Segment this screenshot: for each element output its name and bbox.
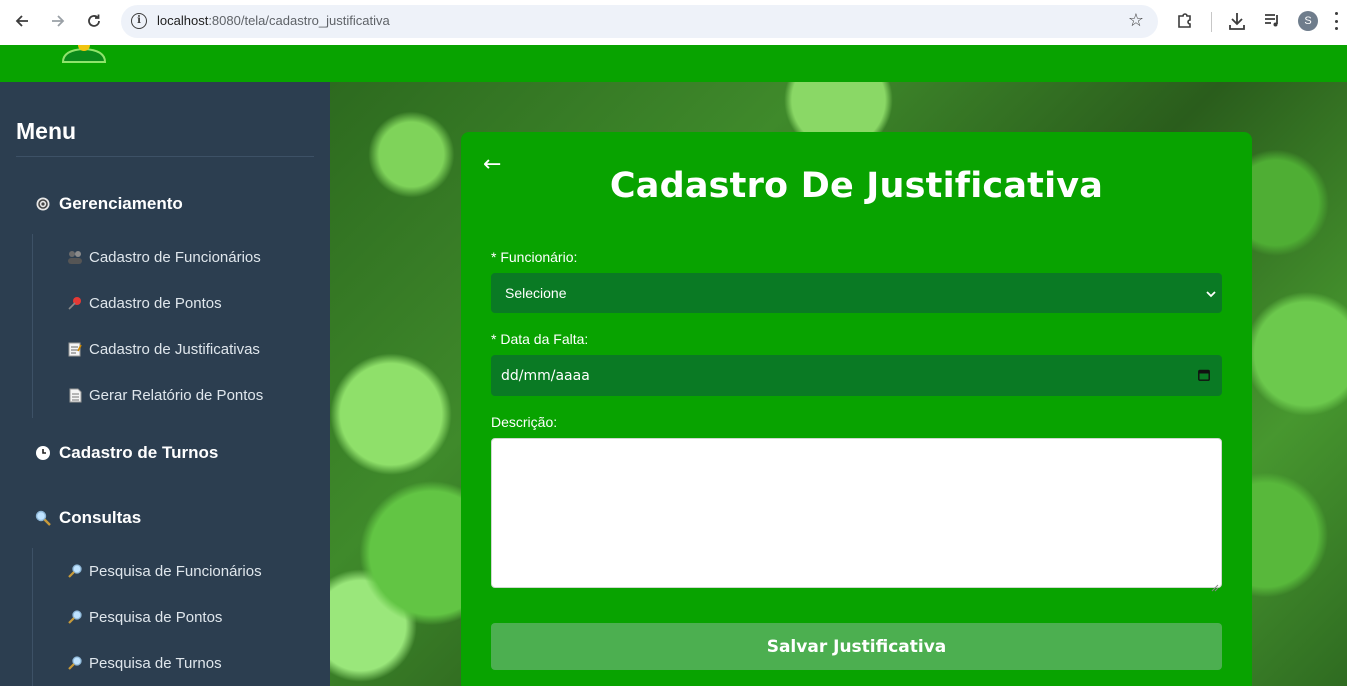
calendar-icon[interactable] bbox=[1198, 369, 1210, 381]
sidebar-item-cadastro-funcionarios[interactable]: Cadastro de Funcionários bbox=[33, 234, 263, 280]
download-icon[interactable] bbox=[1227, 10, 1247, 32]
justificativa-form-card bbox=[461, 132, 1252, 686]
forward-arrow-icon[interactable] bbox=[46, 9, 70, 33]
sidebar-section-consultas[interactable]: Consultas bbox=[34, 508, 141, 528]
gear-icon bbox=[34, 196, 51, 213]
sidebar-item-label: Pesquisa de Funcionários bbox=[89, 562, 262, 580]
site-info-icon[interactable]: i bbox=[131, 13, 147, 29]
data-falta-input[interactable]: dd/mm/aaaa bbox=[491, 355, 1222, 396]
extensions-puzzle-icon[interactable] bbox=[1175, 10, 1195, 30]
url-host: localhost bbox=[157, 13, 209, 28]
sidebar-item-label: Pesquisa de Turnos bbox=[89, 654, 222, 672]
sidebar-section-turnos[interactable]: Cadastro de Turnos bbox=[34, 443, 218, 463]
url-path: :8080/tela/cadastro_justificativa bbox=[208, 13, 390, 28]
magnifier-right-icon bbox=[67, 563, 83, 579]
sidebar-divider bbox=[16, 156, 314, 157]
sidebar-item-label: Cadastro de Funcionários bbox=[89, 248, 261, 266]
clock-icon bbox=[34, 445, 51, 462]
sidebar-section-label: Cadastro de Turnos bbox=[59, 443, 219, 462]
sidebar-item-pesquisa-pontos[interactable]: Pesquisa de Pontos bbox=[33, 594, 262, 640]
bookmark-star-icon[interactable]: ☆ bbox=[1128, 10, 1144, 31]
sidebar-item-label: Cadastro de Pontos bbox=[89, 294, 222, 312]
sidebar-item-pesquisa-turnos[interactable]: Pesquisa de Turnos bbox=[33, 640, 262, 686]
more-options-icon[interactable] bbox=[1333, 12, 1339, 30]
save-justificativa-button[interactable]: Salvar Justificativa bbox=[491, 623, 1222, 670]
logo-icon bbox=[60, 45, 108, 63]
data-falta-label: * Data da Falta: bbox=[491, 331, 589, 347]
profile-avatar[interactable]: S bbox=[1298, 11, 1318, 31]
sidebar-item-gerar-relatorio[interactable]: Gerar Relatório de Pontos bbox=[33, 372, 263, 418]
sidebar-group-gerenciamento: Cadastro de Funcionários Cadastro de Pon… bbox=[32, 234, 263, 418]
resize-handle-icon[interactable] bbox=[1211, 577, 1219, 592]
app-header-bar bbox=[0, 45, 1347, 82]
descricao-textarea[interactable] bbox=[491, 438, 1222, 592]
sidebar-title: Menu bbox=[16, 118, 77, 144]
sidebar-item-label: Cadastro de Justificativas bbox=[89, 340, 260, 358]
reload-icon[interactable] bbox=[82, 9, 106, 33]
sidebar: Menu Gerenciamento Cadastro de Funcionár… bbox=[0, 82, 330, 686]
page-title: Cadastro De Justificativa bbox=[609, 166, 1104, 206]
magnifier-right-icon bbox=[67, 655, 83, 671]
toolbar-divider bbox=[1211, 12, 1212, 32]
chevron-down-icon bbox=[1206, 286, 1216, 298]
funcionario-select[interactable]: Selecione bbox=[491, 273, 1222, 313]
people-icon bbox=[67, 249, 83, 265]
sidebar-group-consultas: Pesquisa de Funcionários Pesquisa de Pon… bbox=[32, 548, 262, 686]
sidebar-section-label: Gerenciamento bbox=[59, 194, 183, 213]
funcionario-selected-value: Selecione bbox=[505, 285, 567, 301]
back-arrow-icon[interactable] bbox=[10, 9, 34, 33]
pushpin-icon bbox=[67, 295, 83, 311]
date-placeholder: dd/mm/aaaa bbox=[501, 367, 590, 384]
address-bar[interactable]: i localhost:8080/tela/cadastro_justifica… bbox=[121, 5, 1158, 38]
sidebar-item-cadastro-justificativas[interactable]: Cadastro de Justificativas bbox=[33, 326, 263, 372]
memo-icon bbox=[67, 341, 83, 357]
media-control-icon[interactable] bbox=[1262, 10, 1282, 30]
sidebar-item-label: Gerar Relatório de Pontos bbox=[89, 386, 264, 404]
funcionario-label: * Funcionário: bbox=[491, 249, 578, 265]
sidebar-item-label: Pesquisa de Pontos bbox=[89, 608, 223, 626]
magnifier-right-icon bbox=[67, 609, 83, 625]
document-icon bbox=[67, 387, 83, 403]
url-text[interactable]: localhost:8080/tela/cadastro_justificati… bbox=[157, 13, 390, 28]
sidebar-section-gerenciamento[interactable]: Gerenciamento bbox=[34, 194, 183, 214]
browser-toolbar: i localhost:8080/tela/cadastro_justifica… bbox=[0, 0, 1347, 45]
sidebar-item-cadastro-pontos[interactable]: Cadastro de Pontos bbox=[33, 280, 263, 326]
descricao-label: Descrição: bbox=[491, 414, 558, 430]
sidebar-item-pesquisa-funcionarios[interactable]: Pesquisa de Funcionários bbox=[33, 548, 262, 594]
sidebar-section-label: Consultas bbox=[59, 508, 142, 527]
magnifier-icon bbox=[34, 510, 51, 527]
